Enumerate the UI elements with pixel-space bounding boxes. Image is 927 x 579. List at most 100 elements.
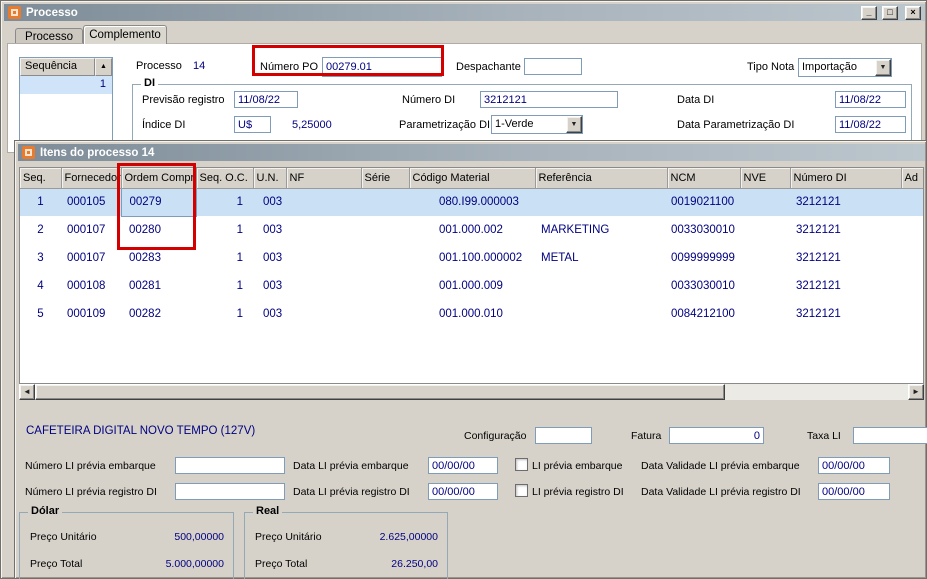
grid-col-header[interactable]: U.N. [253, 168, 286, 188]
grid-cell[interactable] [740, 216, 790, 244]
parametrizacao-di-select[interactable]: 1-Verde ▼ [491, 115, 583, 134]
itens-titlebar[interactable]: Itens do processo 14 [18, 144, 925, 161]
grid-cell[interactable] [361, 216, 409, 244]
grid-cell[interactable]: 4 [20, 272, 61, 300]
scroll-right-icon[interactable]: ► [908, 384, 924, 400]
grid-cell[interactable] [361, 300, 409, 328]
grid-cell[interactable] [740, 244, 790, 272]
grid-cell[interactable] [286, 244, 361, 272]
grid-cell[interactable]: 3212121 [790, 188, 901, 216]
grid-cell[interactable]: 0099999999 [667, 244, 740, 272]
taxa-li-input[interactable] [853, 427, 927, 444]
close-button[interactable]: × [905, 6, 921, 20]
grid-cell[interactable]: 3212121 [790, 216, 901, 244]
grid-col-header[interactable]: Seq. O.C. [196, 168, 253, 188]
grid-cell[interactable] [901, 244, 924, 272]
grid-row[interactable]: 4000108002811003001.000.0090033030010321… [20, 272, 924, 300]
grid-cell[interactable] [361, 272, 409, 300]
grid-cell[interactable]: 003 [253, 272, 286, 300]
grid-cell[interactable]: 0019021100 [667, 188, 740, 216]
grid-cell[interactable]: 080.I99.000003 [409, 188, 535, 216]
grid-cell[interactable]: 001.100.000002 [409, 244, 535, 272]
grid-cell[interactable]: 1 [196, 272, 253, 300]
grid-cell[interactable]: 001.000.002 [409, 216, 535, 244]
grid-cell[interactable]: METAL [535, 244, 667, 272]
grid-cell[interactable]: 3 [20, 244, 61, 272]
grid-col-header[interactable]: Seq. [20, 168, 61, 188]
grid-cell[interactable] [286, 188, 361, 216]
indice-di-currency-input[interactable] [234, 116, 271, 133]
grid-cell[interactable] [535, 188, 667, 216]
grid-cell[interactable]: 1 [20, 188, 61, 216]
sequencia-selected-row[interactable]: 1 [20, 76, 112, 94]
grid-col-header[interactable]: Número DI [790, 168, 901, 188]
grid-cell[interactable] [740, 188, 790, 216]
app-icon[interactable] [8, 6, 21, 19]
grid-cell[interactable]: 0033030010 [667, 216, 740, 244]
processo-titlebar[interactable]: Processo _ □ × [4, 4, 925, 21]
grid-cell[interactable] [535, 272, 667, 300]
data-validade-li-previa-embarque-input[interactable] [818, 457, 890, 474]
sequencia-column-header[interactable]: Sequência [20, 58, 95, 76]
chevron-down-icon[interactable]: ▼ [875, 59, 891, 76]
numero-li-previa-registro-di-input[interactable] [175, 483, 285, 500]
grid-row[interactable]: 5000109002821003001.000.0100084212100321… [20, 300, 924, 328]
li-previa-registro-di-checkbox[interactable] [515, 484, 528, 497]
grid-cell[interactable] [740, 272, 790, 300]
grid-col-header[interactable]: Código Material [409, 168, 535, 188]
grid-cell[interactable]: 000105 [61, 188, 121, 216]
previsao-registro-input[interactable] [234, 91, 298, 108]
grid-col-header[interactable]: NF [286, 168, 361, 188]
grid-cell[interactable]: 1 [196, 188, 253, 216]
grid-cell[interactable]: 003 [253, 188, 286, 216]
grid-cell[interactable]: 003 [253, 300, 286, 328]
tab-processo[interactable]: Processo [15, 28, 83, 44]
data-validade-li-previa-registro-di-input[interactable] [818, 483, 890, 500]
grid-cell[interactable]: 00281 [121, 272, 196, 300]
grid-col-header[interactable]: NVE [740, 168, 790, 188]
grid-cell[interactable]: 003 [253, 216, 286, 244]
minimize-button[interactable]: _ [861, 6, 877, 20]
scroll-up-icon[interactable]: ▲ [95, 58, 112, 76]
grid-cell[interactable] [361, 188, 409, 216]
chevron-down-icon[interactable]: ▼ [566, 116, 582, 133]
grid-cell[interactable] [901, 272, 924, 300]
data-di-input[interactable] [835, 91, 906, 108]
grid-cell[interactable] [286, 300, 361, 328]
data-li-previa-embarque-input[interactable] [428, 457, 498, 474]
li-previa-embarque-checkbox[interactable] [515, 458, 528, 471]
grid-cell[interactable]: 00282 [121, 300, 196, 328]
grid-cell[interactable] [361, 244, 409, 272]
grid-cell[interactable] [901, 300, 924, 328]
grid-cell[interactable]: 3212121 [790, 300, 901, 328]
grid-cell[interactable]: MARKETING [535, 216, 667, 244]
grid-cell[interactable]: 0033030010 [667, 272, 740, 300]
grid-cell[interactable]: 5 [20, 300, 61, 328]
grid-cell[interactable] [535, 300, 667, 328]
grid-col-header[interactable]: Ad [901, 168, 924, 188]
grid-cell[interactable]: 000107 [61, 216, 121, 244]
maximize-button[interactable]: □ [882, 6, 898, 20]
grid-cell[interactable]: 000108 [61, 272, 121, 300]
grid-cell[interactable]: 1 [196, 244, 253, 272]
configuracao-input[interactable] [535, 427, 592, 444]
grid-hscrollbar[interactable]: ◄ ► [19, 384, 924, 400]
data-parametrizacao-di-input[interactable] [835, 116, 906, 133]
tab-complemento[interactable]: Complemento [83, 25, 167, 44]
grid-cell[interactable]: 001.000.010 [409, 300, 535, 328]
fatura-input[interactable] [669, 427, 764, 444]
grid-cell[interactable]: 1 [196, 216, 253, 244]
grid-cell[interactable]: 000109 [61, 300, 121, 328]
grid-col-header[interactable]: Fornecedor [61, 168, 121, 188]
numero-di-input[interactable] [480, 91, 618, 108]
scroll-left-icon[interactable]: ◄ [19, 384, 35, 400]
grid-cell[interactable]: 3212121 [790, 244, 901, 272]
numero-li-previa-embarque-input[interactable] [175, 457, 285, 474]
app-icon[interactable] [22, 146, 35, 159]
sequencia-list[interactable]: Sequência ▲ 1 [19, 57, 113, 141]
grid-cell[interactable] [901, 188, 924, 216]
data-li-previa-registro-di-input[interactable] [428, 483, 498, 500]
grid-cell[interactable]: 003 [253, 244, 286, 272]
hscroll-thumb[interactable] [35, 384, 725, 400]
grid-cell[interactable] [286, 272, 361, 300]
